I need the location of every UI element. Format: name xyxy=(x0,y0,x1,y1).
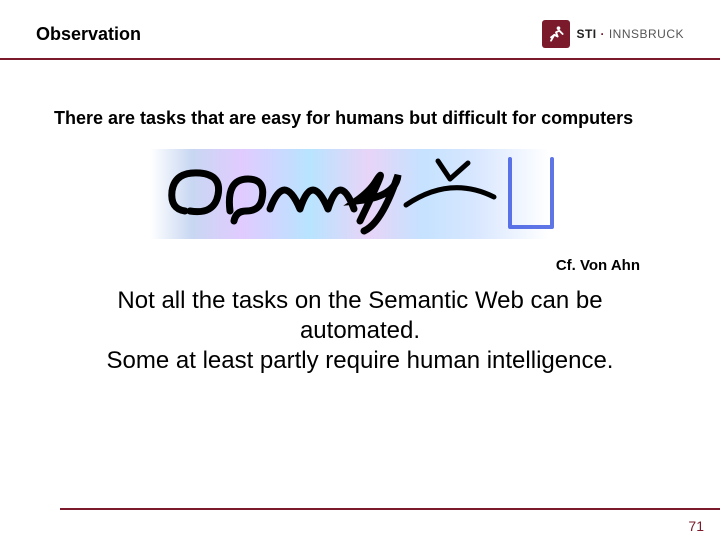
body-line-1: Not all the tasks on the Semantic Web ca… xyxy=(117,287,602,344)
footer-divider xyxy=(60,508,720,510)
header-divider xyxy=(0,58,720,60)
brand-location: INNSBRUCK xyxy=(609,27,684,41)
brand-logo-text: STI · INNSBRUCK xyxy=(576,27,684,41)
brand-logo-mark xyxy=(542,20,570,48)
captcha-glyphs-icon xyxy=(150,149,570,239)
page-number: 71 xyxy=(688,518,704,534)
captcha-image xyxy=(150,149,570,239)
body-line-2: Some at least partly require human intel… xyxy=(107,347,614,374)
slide-header: Observation STI · INNSBRUCK xyxy=(0,0,720,58)
runner-icon xyxy=(546,24,566,44)
brand-logo: STI · INNSBRUCK xyxy=(542,20,684,48)
body-text: Not all the tasks on the Semantic Web ca… xyxy=(60,286,660,376)
brand-separator: · xyxy=(600,27,605,41)
brand-name: STI xyxy=(576,27,596,41)
citation-text: Cf. Von Ahn xyxy=(0,257,640,274)
headline-text: There are tasks that are easy for humans… xyxy=(54,108,666,129)
slide-title: Observation xyxy=(36,24,141,45)
